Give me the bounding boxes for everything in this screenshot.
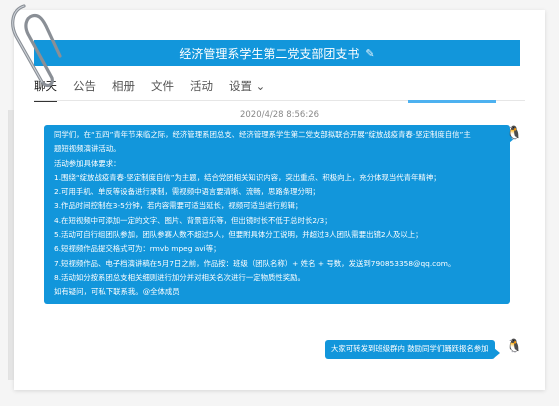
tab-announcement[interactable]: 公告 <box>73 78 96 96</box>
reply-text: 大家可转发到班级群内 鼓励同学们踊跃报名参加 <box>331 344 489 354</box>
message-line: 1.围绕“绽放战疫青春·坚定制度自信”为主题，结合党团相关知识内容，突出重点、积… <box>54 172 441 182</box>
tab-bar: 聊天 公告 相册 文件 活动 设置 ⌄ <box>34 78 265 102</box>
message-line: 7.短视频作品、电子档演讲稿在5月7日之前，作品按：班级（团队名称）+ 姓名 +… <box>54 258 456 268</box>
message-timestamp: 2020/4/28 8:56:26 <box>239 110 320 120</box>
tab-activity[interactable]: 活动 <box>190 78 213 96</box>
message-line: 活动参加具体要求： <box>54 158 121 168</box>
message-line: 6.短视频作品提交格式可为：rmvb mpeg avi等； <box>54 244 221 254</box>
avatar-icon[interactable]: 🐧 <box>506 340 522 354</box>
group-title-bar: 经济管理系学生第二党支部团支书 ✎ <box>34 40 520 66</box>
message-line: 2.可用手机、单反等设备进行录制，需视频中语言要清晰、流畅，思路条理分明； <box>54 187 320 197</box>
tab-album[interactable]: 相册 <box>112 78 135 96</box>
message-line: 8.活动如分按系团总支相关细则进行加分并对相关名次进行一定物质性奖励。 <box>54 272 305 282</box>
avatar-icon[interactable]: 🐧 <box>506 127 522 141</box>
message-line: 3.作品时间控制在3-5分钟，若内容需要可适当延长，视频可适当进行剪辑； <box>54 201 303 211</box>
message-line: 4.在短视频中可添加一定的文字、图片、背景音乐等，但出镜时长不低于总时长2/3； <box>54 215 332 225</box>
chat-reply-bubble[interactable]: 大家可转发到班级群内 鼓励同学们踊跃报名参加 <box>325 340 500 359</box>
tab-settings[interactable]: 设置 ⌄ <box>229 78 265 96</box>
tab-files[interactable]: 文件 <box>151 78 174 96</box>
message-line: 如有疑问，可私下联系我。@全体成员 <box>54 287 180 297</box>
tab-chat[interactable]: 聊天 <box>34 78 57 102</box>
page-title: 经济管理系学生第二党支部团支书 <box>179 46 360 61</box>
message-line: 题短视频演讲活动。 <box>54 144 121 154</box>
chat-message-bubble[interactable]: 同学们，在“五四”青年节来临之际，经济管理系团总支、经济管理系学生第二党支部拟联… <box>44 125 515 304</box>
scroll-indicator <box>408 100 496 103</box>
edit-icon[interactable]: ✎ <box>365 47 374 60</box>
message-line: 同学们，在“五四”青年节来临之际，经济管理系团总支、经济管理系学生第二党支部拟联… <box>54 130 471 139</box>
message-line: 5.活动可自行组团队参加，团队参赛人数不超过5人，但要附具体分工说明，并超过3人… <box>54 230 423 240</box>
